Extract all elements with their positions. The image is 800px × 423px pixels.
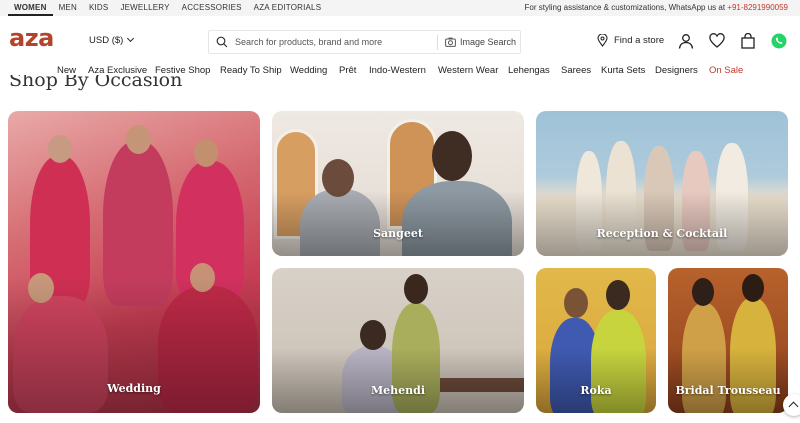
card-overlay [272, 347, 524, 413]
chevron-down-icon [127, 34, 135, 43]
nav-item-pret[interactable]: Prêt [339, 65, 356, 76]
model-head [606, 280, 630, 310]
occasion-label: Sangeet [373, 227, 423, 240]
nav-item-sarees[interactable]: Sarees [561, 65, 591, 76]
card-overlay [536, 347, 656, 413]
occasion-card-sangeet[interactable]: Sangeet [272, 111, 524, 256]
model-head [742, 274, 764, 302]
section-title-text: Shop By Occasion [9, 75, 183, 91]
model-head [126, 125, 151, 154]
occasion-card-wedding[interactable]: Wedding [8, 111, 260, 413]
search-divider [437, 35, 438, 50]
camera-icon[interactable] [445, 37, 456, 47]
occasion-label: Bridal Trousseau [675, 384, 781, 397]
occasion-card-roka[interactable]: Roka [536, 268, 656, 413]
nav-item-lehengas[interactable]: Lehengas [508, 65, 550, 76]
occasion-label: Roka [580, 384, 612, 397]
top-link-jewellery[interactable]: JEWELLERY [114, 0, 175, 16]
nav-item-ready-to-ship[interactable]: Ready To Ship [220, 65, 282, 76]
search-icon [216, 36, 228, 48]
occasion-card-bridal-trousseau[interactable]: Bridal Trousseau [668, 268, 788, 413]
search-input[interactable]: Search for products, brand and more [235, 37, 382, 47]
top-bar: WOMEN MEN KIDS JEWELLERY ACCESSORIES AZA… [0, 0, 800, 16]
user-icon[interactable] [678, 33, 694, 49]
image-search-button[interactable]: Image Search [460, 37, 516, 47]
whatsapp-phone-link[interactable]: +91-8291990059 [727, 3, 788, 12]
find-store-link[interactable]: Find a store [597, 34, 664, 47]
model-head [432, 131, 472, 181]
currency-label: USD ($) [89, 35, 124, 46]
find-store-label: Find a store [614, 35, 665, 46]
top-link-kids[interactable]: KIDS [83, 0, 114, 16]
occasion-label: Reception & Cocktail [596, 227, 728, 240]
nav-item-designers[interactable]: Designers [655, 65, 698, 76]
model-head [360, 320, 386, 350]
nav-item-kurta-sets[interactable]: Kurta Sets [601, 65, 645, 76]
heart-icon[interactable] [709, 33, 725, 49]
styling-assistance-text: For styling assistance & customizations,… [525, 0, 788, 15]
assist-text: For styling assistance & customizations,… [524, 3, 728, 12]
occasion-card-mehendi[interactable]: Mehendi [272, 268, 524, 413]
top-link-women[interactable]: WOMEN [8, 0, 53, 16]
top-category-links: WOMEN MEN KIDS JEWELLERY ACCESSORIES AZA… [8, 0, 327, 16]
search-bar: Search for products, brand and more Imag… [208, 30, 521, 54]
nav-item-indo-western[interactable]: Indo-Western [369, 65, 426, 76]
occasion-label: Wedding [107, 382, 161, 395]
aza-logo[interactable]: aza [9, 24, 54, 52]
occasion-label: Mehendi [370, 384, 426, 397]
model-head [404, 274, 428, 304]
card-overlay [536, 190, 788, 256]
card-overlay [272, 190, 524, 256]
top-link-men[interactable]: MEN [53, 0, 83, 16]
model-head [48, 135, 72, 163]
location-pin-icon [597, 34, 608, 47]
top-link-aza-editorials[interactable]: AZA EDITORIALS [248, 0, 328, 16]
nav-item-on-sale[interactable]: On Sale [709, 65, 743, 76]
main-header: aza USD ($) Search for products, brand a… [0, 16, 800, 62]
model-head [194, 139, 218, 167]
model-head [692, 278, 714, 306]
shopping-bag-icon[interactable] [740, 33, 756, 49]
whatsapp-icon[interactable] [771, 33, 787, 49]
section-title: Shop By Occasion [9, 75, 209, 96]
card-overlay [668, 347, 788, 413]
model-head [564, 288, 588, 318]
scroll-to-top-button[interactable] [783, 394, 800, 416]
top-link-accessories[interactable]: ACCESSORIES [176, 0, 248, 16]
currency-selector[interactable]: USD ($) [89, 34, 135, 46]
nav-item-wedding[interactable]: Wedding [290, 65, 327, 76]
occasion-card-reception-cocktail[interactable]: Reception & Cocktail [536, 111, 788, 256]
nav-item-western-wear[interactable]: Western Wear [438, 65, 498, 76]
